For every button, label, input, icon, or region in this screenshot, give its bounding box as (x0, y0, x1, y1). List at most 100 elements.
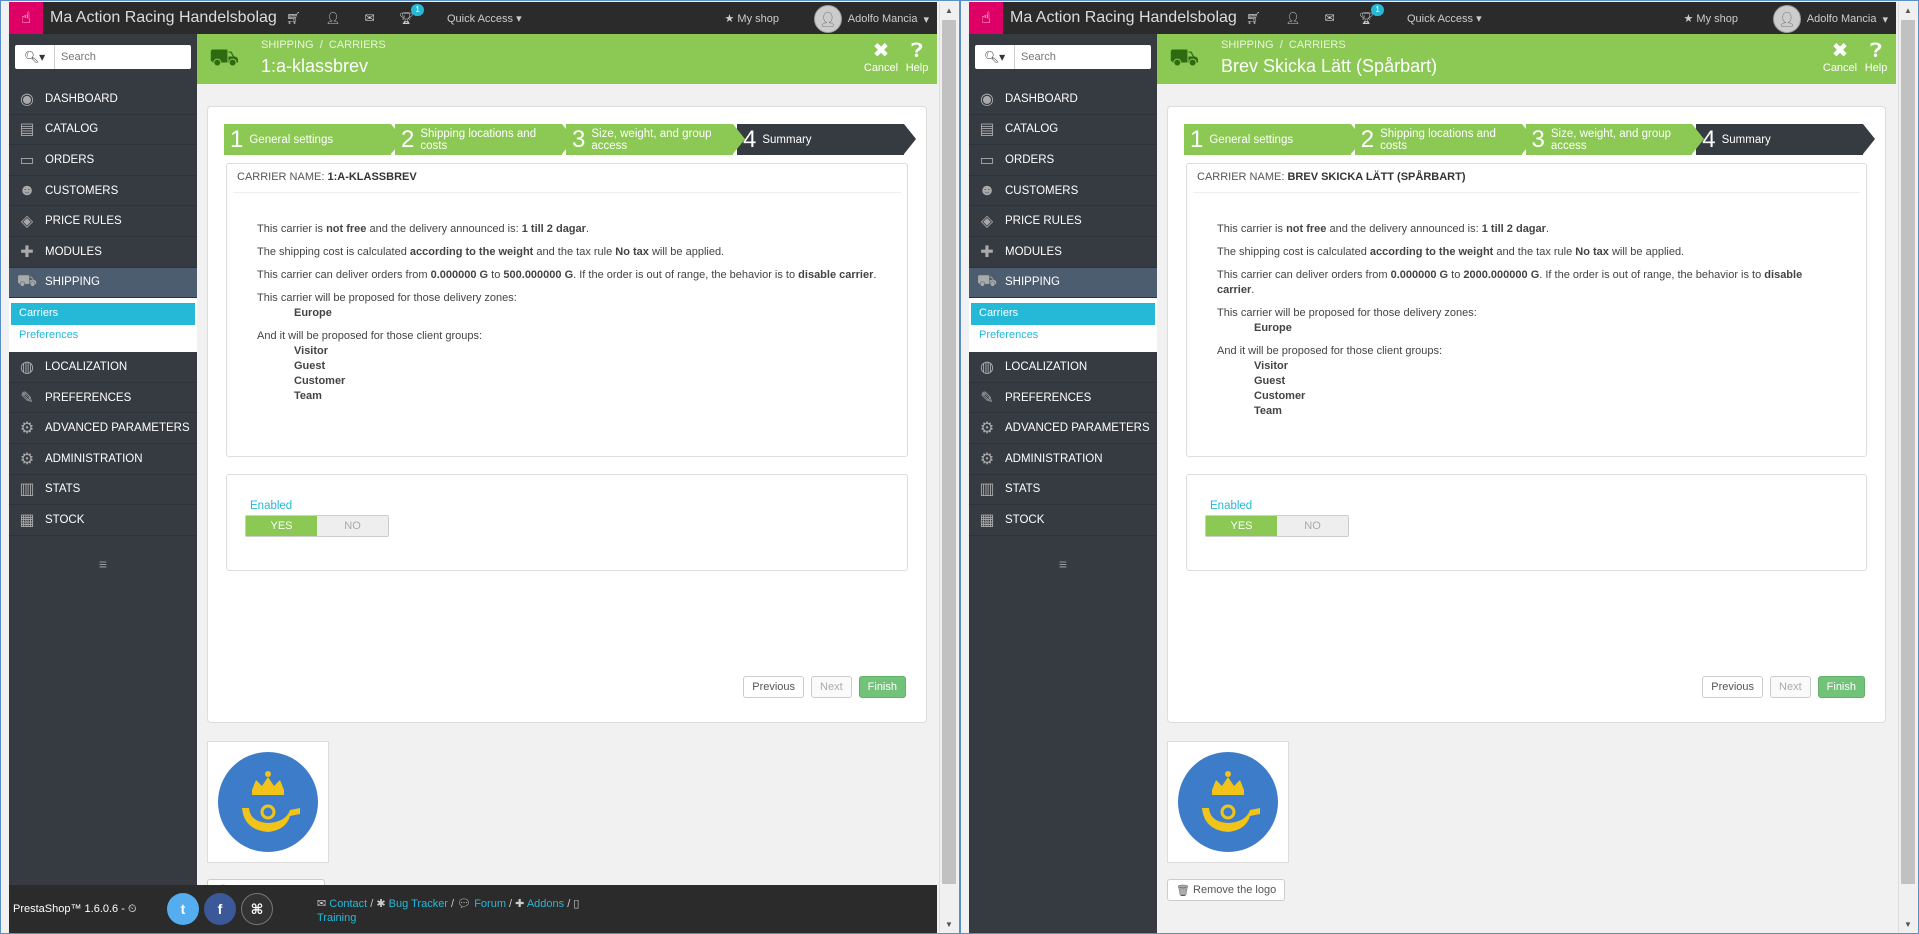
sidebar-item-orders[interactable]: ▭ ORDERS (9, 145, 197, 176)
advanced-parameters-icon: ⚙ (979, 420, 995, 438)
sidebar-item-dashboard[interactable]: ◉ DASHBOARD (969, 84, 1157, 115)
scroll-down-icon[interactable]: ▼ (940, 916, 958, 932)
sidebar-item-stats[interactable]: ▥ STATS (9, 475, 197, 506)
sidebar-item-administration[interactable]: ⚙ ADMINISTRATION (9, 444, 197, 475)
sidebar-item-customers[interactable]: ☻ CUSTOMERS (9, 176, 197, 207)
search-input[interactable] (55, 51, 185, 63)
help-button[interactable]: ❓︎ Help (897, 40, 937, 74)
step-general-settings[interactable]: 1 General settings (224, 124, 403, 155)
message-icon[interactable]: ✉ (1324, 11, 1334, 25)
step-size-weight[interactable]: 3 Size, weight, and group access (1525, 124, 1704, 155)
scrollbar[interactable]: ▲ ▼ (1898, 2, 1916, 932)
my-shop-link[interactable]: ★ My shop (1683, 12, 1738, 25)
collapse-menu-icon[interactable]: ≡ (969, 556, 1157, 572)
submenu-item-preferences[interactable]: Preferences (11, 325, 195, 346)
sidebar-item-price-rules[interactable]: ◈ PRICE RULES (9, 206, 197, 237)
scroll-up-icon[interactable]: ▲ (1899, 2, 1917, 18)
search-input[interactable] (1015, 51, 1145, 63)
scroll-thumb[interactable] (1901, 20, 1915, 884)
sidebar-item-stats[interactable]: ▥ STATS (969, 475, 1157, 506)
sidebar-item-localization[interactable]: ◍ LOCALIZATION (969, 352, 1157, 383)
sidebar-item-administration[interactable]: ⚙ ADMINISTRATION (969, 444, 1157, 475)
sidebar-item-preferences[interactable]: ✎ PREFERENCES (9, 383, 197, 414)
user-menu[interactable]: 👤︎ Adolfo Mancia ▾ (1772, 5, 1888, 33)
sidebar-item-stock[interactable]: ▦ STOCK (969, 505, 1157, 536)
cancel-button[interactable]: ✖ Cancel (1820, 40, 1860, 74)
facebook-icon[interactable]: f (204, 893, 236, 925)
prestashop-logo-icon[interactable]: ☝ (9, 2, 43, 34)
contact-link[interactable]: Contact (329, 898, 367, 910)
sidebar-item-shipping[interactable]: ⛟ SHIPPING (9, 267, 197, 299)
sidebar-item-customers[interactable]: ☻ CUSTOMERS (969, 176, 1157, 207)
breadcrumb-shipping[interactable]: SHIPPING (261, 39, 314, 51)
enabled-label: Enabled (1210, 500, 1253, 512)
sidebar-item-orders[interactable]: ▭ ORDERS (969, 145, 1157, 176)
sidebar-item-shipping[interactable]: ⛟ SHIPPING (969, 267, 1157, 299)
submenu-item-carriers[interactable]: Carriers (11, 303, 195, 326)
scroll-thumb[interactable] (942, 20, 956, 884)
shop-name[interactable]: Ma Action Racing Handelsbolag (50, 9, 277, 27)
customer-icon[interactable]: 👤︎ (1285, 11, 1300, 25)
enabled-yes-button[interactable]: YES (1206, 516, 1277, 536)
customer-icon[interactable]: 👤︎ (325, 11, 340, 25)
step-shipping-locations[interactable]: 2 Shipping locations and costs (395, 124, 574, 155)
search-icon[interactable]: 🔍︎▾ (975, 45, 1015, 69)
user-menu[interactable]: 👤︎ Adolfo Mancia ▾ (813, 5, 929, 33)
quick-access-menu[interactable]: Quick Access ▾ (447, 12, 522, 25)
previous-button[interactable]: Previous (1702, 676, 1764, 698)
prestashop-logo-icon[interactable]: ☝ (969, 2, 1003, 34)
cancel-button[interactable]: ✖ Cancel (861, 40, 901, 74)
sidebar-item-advanced-parameters[interactable]: ⚙ ADVANCED PARAMETERS (9, 413, 197, 444)
enabled-no-button[interactable]: NO (1277, 516, 1348, 536)
scroll-up-icon[interactable]: ▲ (940, 2, 958, 18)
finish-button[interactable]: Finish (858, 676, 906, 698)
step-general-settings[interactable]: 1 General settings (1184, 124, 1363, 155)
sidebar-item-advanced-parameters[interactable]: ⚙ ADVANCED PARAMETERS (969, 413, 1157, 444)
next-button[interactable]: Next (1770, 676, 1811, 698)
scroll-down-icon[interactable]: ▼ (1899, 916, 1917, 932)
group-item: Team (1254, 405, 1282, 417)
scrollbar[interactable]: ▲ ▼ (939, 2, 957, 932)
cart-icon[interactable]: 🛒︎ (1246, 11, 1261, 25)
breadcrumb-carriers[interactable]: CARRIERS (329, 39, 386, 51)
addons-link[interactable]: Addons (527, 898, 564, 910)
shop-name[interactable]: Ma Action Racing Handelsbolag (1010, 9, 1237, 27)
enabled-no-button[interactable]: NO (317, 516, 388, 536)
sidebar-item-price-rules[interactable]: ◈ PRICE RULES (969, 206, 1157, 237)
next-button[interactable]: Next (811, 676, 852, 698)
sidebar-item-preferences[interactable]: ✎ PREFERENCES (969, 383, 1157, 414)
trophy-icon[interactable]: 🏆︎ 1 (1359, 4, 1384, 25)
sidebar-item-stock[interactable]: ▦ STOCK (9, 505, 197, 536)
message-icon[interactable]: ✉ (364, 11, 374, 25)
breadcrumb-shipping[interactable]: SHIPPING (1221, 39, 1274, 51)
trophy-icon[interactable]: 🏆︎ 1 (399, 4, 424, 25)
step-size-weight[interactable]: 3 Size, weight, and group access (566, 124, 745, 155)
twitter-icon[interactable]: t (167, 893, 199, 925)
breadcrumb-carriers[interactable]: CARRIERS (1289, 39, 1346, 51)
step-summary[interactable]: 4 Summary (737, 124, 916, 155)
sidebar-item-dashboard[interactable]: ◉ DASHBOARD (9, 84, 197, 115)
quick-access-menu[interactable]: Quick Access ▾ (1407, 12, 1482, 25)
enabled-yes-button[interactable]: YES (246, 516, 317, 536)
collapse-menu-icon[interactable]: ≡ (9, 556, 197, 572)
sidebar-item-modules[interactable]: ✚ MODULES (9, 237, 197, 268)
cart-icon[interactable]: 🛒︎ (286, 11, 301, 25)
help-button[interactable]: ❓︎ Help (1856, 40, 1896, 74)
forum-link[interactable]: Forum (474, 898, 506, 910)
submenu-item-preferences[interactable]: Preferences (971, 325, 1155, 346)
previous-button[interactable]: Previous (743, 676, 805, 698)
remove-logo-button[interactable]: 🗑︎ Remove the logo (1167, 879, 1286, 901)
bug-tracker-link[interactable]: Bug Tracker (389, 898, 448, 910)
training-link[interactable]: Training (317, 912, 356, 924)
my-shop-link[interactable]: ★ My shop (724, 12, 779, 25)
submenu-item-carriers[interactable]: Carriers (971, 303, 1155, 326)
sidebar-item-catalog[interactable]: ▤ CATALOG (969, 115, 1157, 146)
sidebar-item-modules[interactable]: ✚ MODULES (969, 237, 1157, 268)
sidebar-item-localization[interactable]: ◍ LOCALIZATION (9, 352, 197, 383)
step-shipping-locations[interactable]: 2 Shipping locations and costs (1354, 124, 1534, 155)
step-summary[interactable]: 4 Summary (1696, 124, 1875, 155)
search-icon[interactable]: 🔍︎▾ (15, 45, 55, 69)
sidebar-item-catalog[interactable]: ▤ CATALOG (9, 115, 197, 146)
github-icon[interactable]: ⌘ (241, 893, 273, 925)
finish-button[interactable]: Finish (1817, 676, 1865, 698)
